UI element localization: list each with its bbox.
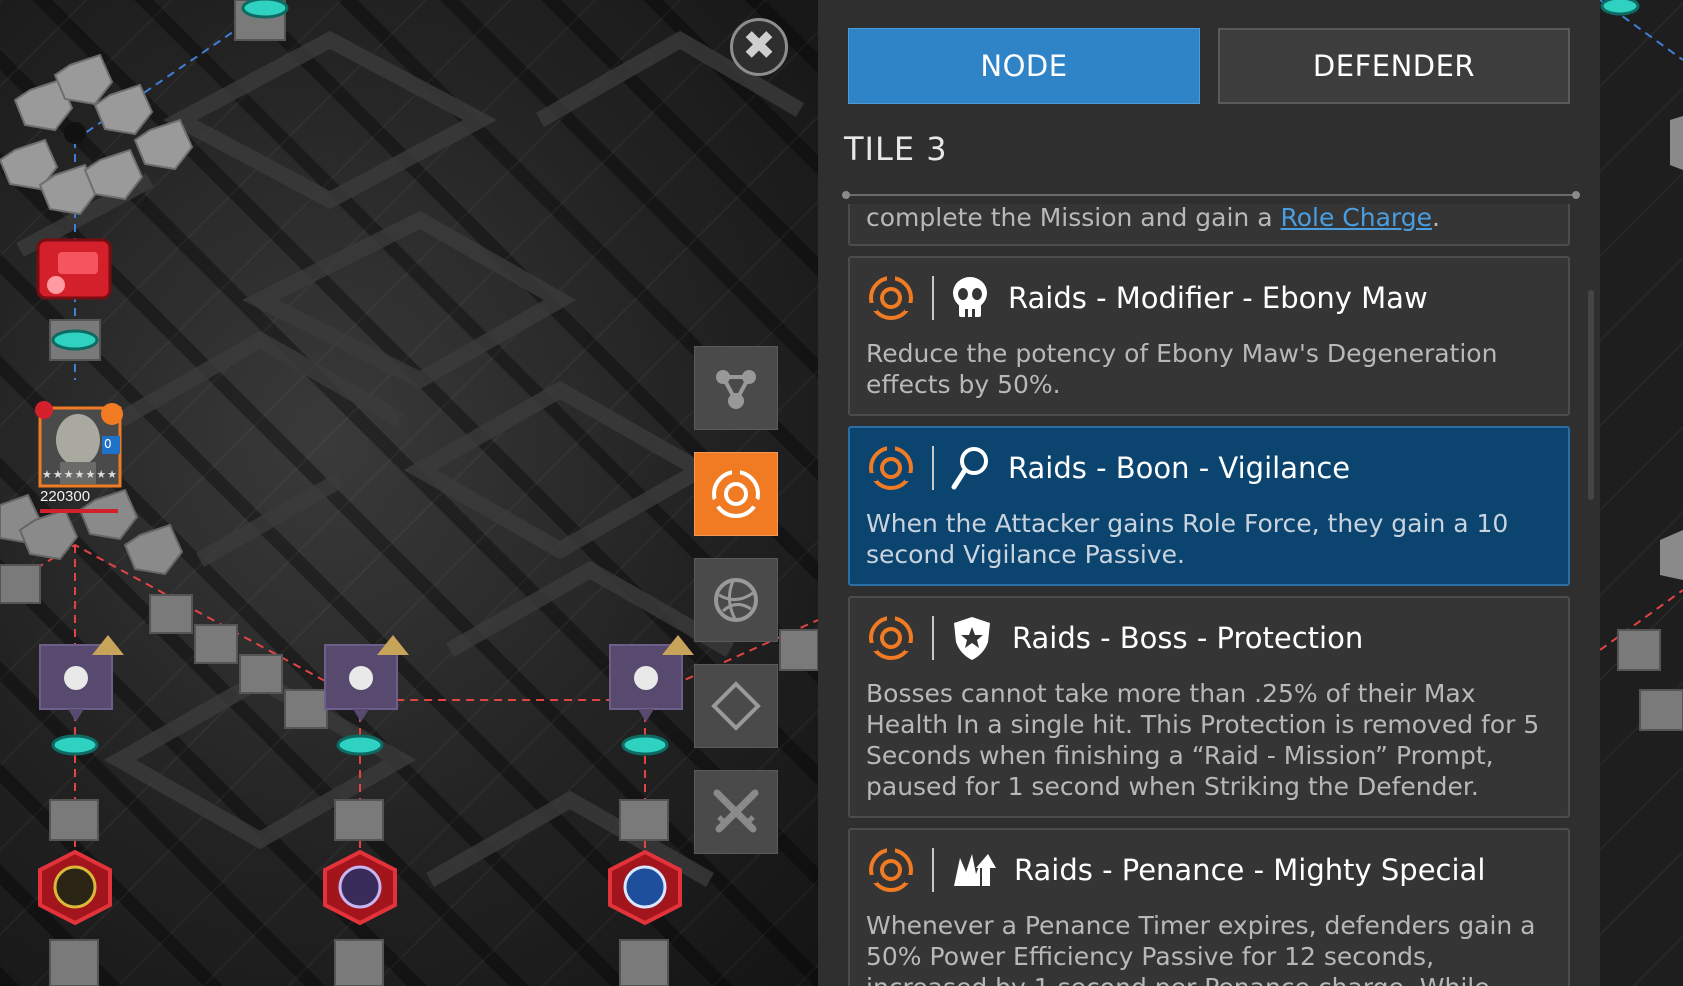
node-description: Reduce the potency of Ebony Maw's Degene…: [866, 339, 1498, 399]
node-title: Raids - Penance - Mighty Special: [1014, 853, 1486, 887]
node-card-protection[interactable]: Raids - Boss - Protection Bosses cannot …: [848, 596, 1570, 818]
shield-star-icon: [954, 617, 990, 660]
node-title: Raids - Modifier - Ebony Maw: [1008, 281, 1428, 315]
node-description: complete the Mission and gain a Role Cha…: [866, 204, 1440, 232]
game-map[interactable]: ★★★★★★★ 0 220300 ✖: [0, 0, 818, 986]
node-card-ebony-maw[interactable]: Raids - Modifier - Ebony Maw Reduce the …: [848, 256, 1570, 416]
role-target-icon: [869, 615, 913, 660]
crossed-swords-icon: [713, 789, 759, 833]
role-target-icon: [869, 445, 913, 490]
nodes-icon: [716, 370, 756, 409]
separator: [932, 446, 934, 490]
separator: [932, 848, 934, 892]
node-title: Raids - Boss - Protection: [1012, 621, 1364, 655]
tile-title: TILE 3: [844, 130, 948, 168]
champion-power: 220300: [40, 488, 91, 505]
map-edge-board: [1600, 0, 1683, 731]
separator: [932, 276, 934, 320]
magnifier-icon: [951, 447, 988, 490]
tab-defender[interactable]: DEFENDER: [1218, 28, 1570, 104]
title-divider: [842, 191, 1580, 199]
role-tool-button[interactable]: [694, 452, 778, 536]
path-tool-button[interactable]: [694, 346, 778, 430]
diamond-tool-button[interactable]: [694, 664, 778, 748]
node-card-mighty-special[interactable]: Raids - Penance - Mighty Special Wheneve…: [848, 828, 1570, 986]
champion-rank: 0: [104, 437, 112, 451]
globe-tool-button[interactable]: [694, 558, 778, 642]
list-scrollbar[interactable]: [1588, 290, 1594, 500]
separator: [932, 616, 934, 660]
node-description: Whenever a Penance Timer expires, defend…: [866, 911, 1536, 986]
node-list[interactable]: complete the Mission and gain a Role Cha…: [848, 204, 1570, 986]
role-charge-link[interactable]: Role Charge: [1280, 204, 1432, 232]
role-target-icon: [869, 275, 913, 320]
power-up-icon: [954, 854, 996, 886]
role-target-icon: [709, 469, 763, 518]
skull-icon: [953, 277, 987, 317]
node-card-vigilance[interactable]: Raids - Boon - Vigilance When the Attack…: [848, 426, 1570, 586]
game-map-edge: [1600, 0, 1683, 986]
tile-info-panel: NODE DEFENDER TILE 3 complete the Missio…: [818, 0, 1600, 986]
list-item[interactable]: complete the Mission and gain a Role Cha…: [848, 204, 1570, 246]
node-description: Bosses cannot take more than .25% of the…: [866, 679, 1540, 801]
node-title: Raids - Boon - Vigilance: [1008, 451, 1351, 485]
node-description: When the Attacker gains Role Force, they…: [866, 509, 1509, 569]
tab-node[interactable]: NODE: [848, 28, 1200, 104]
diamond-icon: [711, 681, 761, 731]
fight-tool-button[interactable]: [694, 770, 778, 854]
close-button[interactable]: ✖: [730, 18, 788, 76]
role-target-icon: [869, 847, 913, 892]
globe-icon: [714, 578, 758, 622]
champion-stars: ★★★★★★★: [42, 468, 119, 481]
